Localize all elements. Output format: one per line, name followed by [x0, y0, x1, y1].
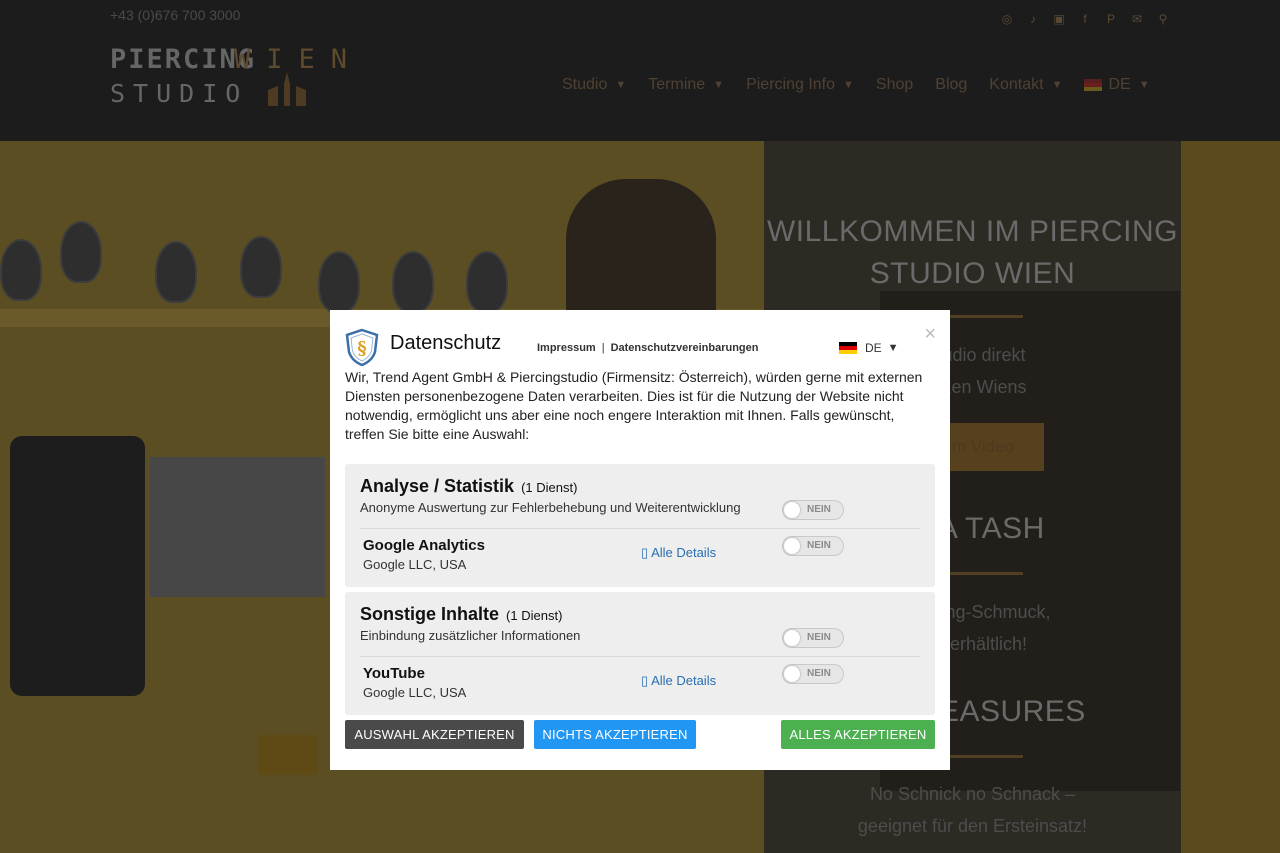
toggle-label: NEIN: [807, 632, 831, 643]
consent-group-analytics: Analyse / Statistik (1 Dienst) Anonyme A…: [345, 464, 935, 587]
service-toggle[interactable]: NEIN: [782, 536, 844, 556]
toggle-knob: [784, 538, 800, 554]
service-toggle[interactable]: NEIN: [782, 664, 844, 684]
group-title-text: Analyse / Statistik: [360, 476, 515, 496]
toggle-label: NEIN: [807, 668, 831, 679]
link-separator: |: [601, 342, 605, 354]
group-title: Analyse / Statistik (1 Dienst): [360, 476, 577, 497]
group-count: (1 Dienst): [506, 608, 563, 623]
group-toggle[interactable]: NEIN: [782, 500, 844, 520]
group-toggle[interactable]: NEIN: [782, 628, 844, 648]
group-title-text: Sonstige Inhalte: [360, 604, 500, 624]
details-label: Alle Details: [651, 545, 717, 560]
service-details-link[interactable]: ▯ Alle Details: [641, 545, 716, 561]
language-value: DE: [865, 341, 882, 355]
group-description: Anonyme Auswertung zur Fehlerbehebung un…: [360, 500, 741, 515]
impressum-link[interactable]: Impressum: [537, 342, 596, 354]
accept-all-button[interactable]: ALLES AKZEPTIEREN: [781, 720, 935, 749]
chevron-down-icon: ▼: [887, 342, 899, 354]
close-icon[interactable]: ×: [924, 324, 936, 344]
toggle-knob: [784, 666, 800, 682]
consent-dialog: × § Datenschutz Impressum | Datenschutzver…: [330, 310, 950, 770]
group-description: Einbindung zusätzlicher Informationen: [360, 628, 581, 643]
language-select[interactable]: DE ▼: [839, 341, 899, 355]
group-count: (1 Dienst): [521, 480, 578, 495]
group-title: Sonstige Inhalte (1 Dienst): [360, 604, 562, 625]
service-vendor: Google LLC, USA: [363, 685, 467, 700]
service-name: Google Analytics: [363, 537, 485, 554]
accept-none-button[interactable]: NICHTS AKZEPTIEREN: [534, 720, 696, 749]
privacy-shield-icon: §: [345, 328, 379, 366]
toggle-label: NEIN: [807, 540, 831, 551]
dialog-intro: Wir, Trend Agent GmbH & Piercingstudio (…: [345, 369, 923, 442]
consent-group-other: Sonstige Inhalte (1 Dienst) Einbindung z…: [345, 592, 935, 715]
service-vendor: Google LLC, USA: [363, 557, 467, 572]
service-name: YouTube: [363, 665, 425, 682]
dialog-title: Datenschutz: [390, 332, 502, 354]
german-flag-icon: [839, 342, 857, 354]
details-label: Alle Details: [651, 673, 717, 688]
toggle-knob: [784, 630, 800, 646]
accept-selection-button[interactable]: AUSWAHL AKZEPTIEREN: [345, 720, 524, 749]
info-icon: ▯: [641, 545, 649, 560]
privacy-link[interactable]: Datenschutzvereinbarungen: [611, 342, 759, 354]
divider: [360, 528, 920, 529]
service-details-link[interactable]: ▯ Alle Details: [641, 673, 716, 689]
divider: [360, 656, 920, 657]
svg-text:§: §: [357, 338, 366, 359]
toggle-knob: [784, 502, 800, 518]
dialog-links: Impressum | Datenschutzvereinbarungen: [537, 342, 758, 354]
info-icon: ▯: [641, 673, 649, 688]
toggle-label: NEIN: [807, 504, 831, 515]
